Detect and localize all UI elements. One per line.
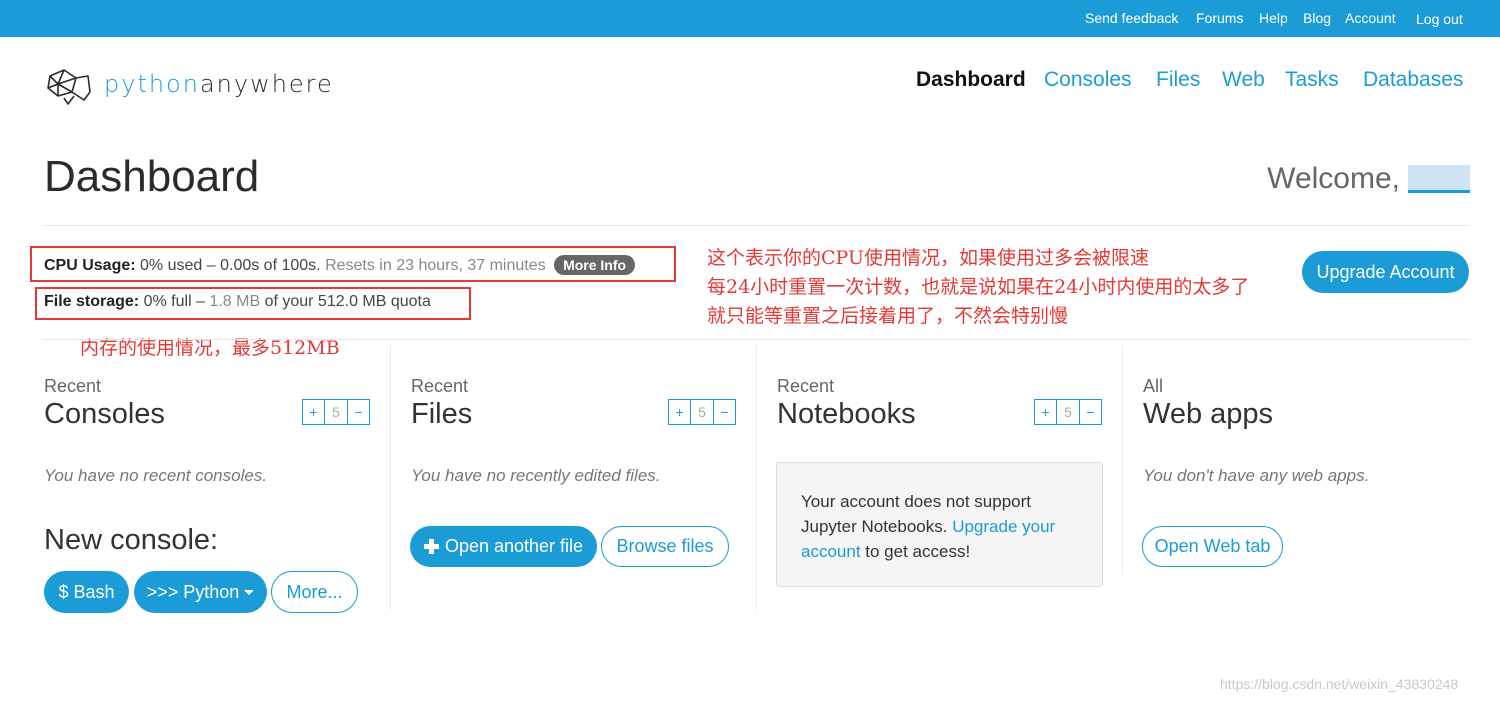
open-another-file-label: Open another file [444, 536, 584, 556]
consoles-empty-message: You have no recent consoles. [44, 466, 268, 485]
cpu-detail: 0.00s of 100s. [220, 257, 321, 274]
more-info-badge[interactable]: More Info [554, 255, 636, 275]
notebooks-count-stepper: + 5 − [1034, 399, 1102, 425]
bash-console-button[interactable]: $ Bash [44, 571, 129, 613]
notice-text-end: to get access! [865, 542, 971, 561]
file-used: 1.8 MB [209, 293, 261, 310]
usage-divider [44, 339, 1469, 340]
cpu-reset: Resets in 23 hours, 37 minutes [325, 257, 546, 274]
csdn-watermark: https://blog.csdn.net/weixin_43830248 [1220, 676, 1459, 692]
header-divider [44, 225, 1469, 226]
logo-part-python: python [104, 70, 200, 98]
log-out-link[interactable]: Log out [1416, 11, 1463, 27]
cpu-used: 0% used [140, 257, 203, 274]
python-anywhere-logo-icon [47, 69, 91, 105]
plus-icon [423, 539, 439, 554]
notebooks-notice-text: Your account does not support Jupyter No… [801, 489, 1091, 564]
nav-tasks[interactable]: Tasks [1285, 68, 1339, 92]
annotation-cpu-line-3: 就只能等重置之后接着用了，不然会特别慢 [707, 305, 1069, 327]
count-value: 5 [691, 399, 713, 425]
python-console-button[interactable]: >>> Python [134, 571, 267, 613]
logo-wordmark: pythonanywhere [104, 70, 334, 98]
plus-button[interactable]: + [302, 399, 325, 425]
annotation-cpu-line-2: 每24小时重置一次计数，也就是说如果在24小时内使用的太多了 [707, 276, 1250, 298]
plus-button[interactable]: + [1034, 399, 1057, 425]
file-storage: File storage: 0% full – 1.8 MB of your 5… [44, 293, 431, 310]
send-feedback-link[interactable]: Send feedback [1085, 10, 1178, 26]
file-quota: of your 512.0 MB quota [264, 293, 431, 310]
upgrade-account-button[interactable]: Upgrade Account [1302, 251, 1469, 293]
open-another-file-button[interactable]: Open another file [410, 526, 597, 567]
plus-button[interactable]: + [668, 399, 691, 425]
logo-part-anywhere: anywhere [199, 70, 334, 98]
files-title: Files [411, 398, 473, 430]
nav-web[interactable]: Web [1222, 68, 1265, 92]
nav-consoles[interactable]: Consoles [1044, 68, 1132, 92]
webapps-all-label: All [1143, 376, 1164, 396]
nav-dashboard[interactable]: Dashboard [916, 68, 1026, 92]
notebooks-recent-label: Recent [777, 376, 835, 396]
column-separator [1122, 345, 1123, 575]
consoles-title: Consoles [44, 398, 165, 430]
cpu-usage-label: CPU Usage: [44, 257, 136, 274]
notebooks-title: Notebooks [777, 398, 916, 430]
more-consoles-button[interactable]: More... [271, 571, 358, 613]
minus-button[interactable]: − [347, 399, 370, 425]
minus-button[interactable]: − [1079, 399, 1102, 425]
minus-button[interactable]: − [713, 399, 736, 425]
files-recent-label: Recent [411, 376, 469, 396]
webapps-title: Web apps [1143, 398, 1274, 430]
nav-files[interactable]: Files [1156, 68, 1200, 92]
account-link[interactable]: Account [1345, 10, 1396, 26]
column-separator [756, 345, 757, 610]
column-separator [390, 345, 391, 610]
files-count-stepper: + 5 − [668, 399, 736, 425]
new-console-heading: New console: [44, 524, 219, 556]
caret-down-icon [244, 589, 255, 595]
nav-databases[interactable]: Databases [1363, 68, 1463, 92]
annotation-cpu-line-1: 这个表示你的CPU使用情况，如果使用过多会被限速 [707, 247, 1150, 269]
count-value: 5 [1057, 399, 1079, 425]
welcome-text: Welcome, [1267, 162, 1400, 195]
forums-link[interactable]: Forums [1196, 10, 1243, 26]
python-console-label: >>> Python [146, 581, 240, 602]
page-title: Dashboard [44, 152, 260, 201]
cpu-usage: CPU Usage: 0% used – 0.00s of 100s. Rese… [44, 255, 636, 275]
file-storage-label: File storage: [44, 293, 140, 310]
count-value: 5 [325, 399, 347, 425]
help-link[interactable]: Help [1259, 10, 1288, 26]
consoles-recent-label: Recent [44, 376, 102, 396]
browse-files-button[interactable]: Browse files [601, 526, 729, 567]
blog-link[interactable]: Blog [1303, 10, 1331, 26]
file-full: 0% full [143, 293, 192, 310]
webapps-empty-message: You don't have any web apps. [1143, 466, 1370, 485]
top-bar: Send feedback Forums Help Blog Account L… [0, 0, 1500, 37]
consoles-count-stepper: + 5 − [302, 399, 370, 425]
files-empty-message: You have no recently edited files. [411, 466, 661, 485]
notebooks-unsupported-notice: Your account does not support Jupyter No… [776, 462, 1103, 587]
username-link[interactable] [1408, 165, 1470, 193]
open-web-tab-button[interactable]: Open Web tab [1142, 526, 1283, 567]
